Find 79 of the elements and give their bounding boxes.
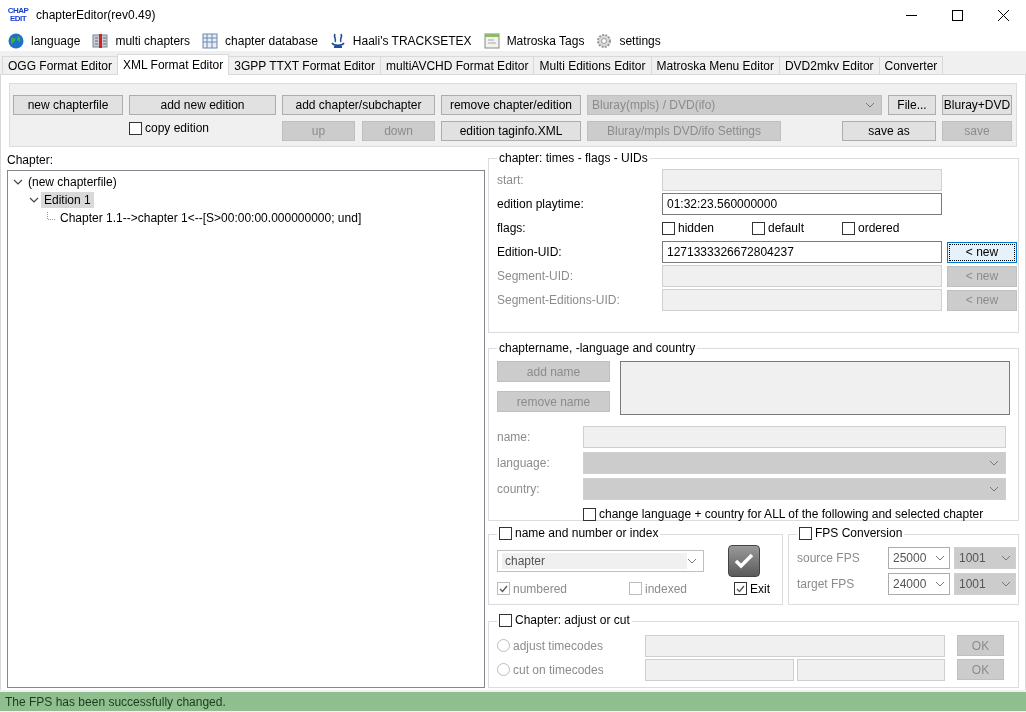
menu-item[interactable]: multi chapters xyxy=(92,32,191,49)
chevron-down-icon xyxy=(935,581,945,587)
apply-all-checkbox[interactable]: change language + country for ALL of the following and selected chapter xyxy=(583,507,984,521)
name-field[interactable] xyxy=(583,426,1006,448)
chevron-down-icon xyxy=(687,557,697,564)
app-logo: CHAP EDIT xyxy=(6,7,30,23)
chevron-down-icon xyxy=(989,460,999,466)
chevron-down-icon xyxy=(865,102,875,108)
tab[interactable]: XML Format Editor xyxy=(117,54,230,75)
option-checkbox[interactable]: Exit xyxy=(734,581,770,596)
group-title: chapter: times - flags - UIDs xyxy=(498,151,649,165)
add-new-edition-button[interactable]: add new edition xyxy=(129,95,276,115)
chevron-down-icon xyxy=(1001,581,1011,587)
menu-item[interactable]: language xyxy=(8,32,81,49)
field-label: name: xyxy=(497,430,532,444)
window-title: chapterEditor(rev0.49) xyxy=(36,8,157,22)
status-bar: The FPS has been successfully changed. xyxy=(0,692,1026,711)
chevron-down-icon xyxy=(989,486,999,492)
name-dropdown[interactable]: chapter xyxy=(497,549,704,572)
menu-item[interactable]: Matroska Tags xyxy=(483,32,585,49)
checkmark-icon xyxy=(736,584,745,593)
uid-field[interactable] xyxy=(662,265,942,287)
timecode-field[interactable] xyxy=(645,634,945,657)
field-label: country: xyxy=(497,482,541,496)
minimize-icon[interactable] xyxy=(905,14,917,16)
field-label: Segment-UID: xyxy=(497,269,575,283)
copy-edition-checkbox[interactable]: copy edition xyxy=(129,121,210,135)
menu-item[interactable]: chapter database xyxy=(202,32,318,49)
fps-label: target FPS xyxy=(797,577,856,591)
checkmark-icon xyxy=(499,584,508,593)
tab[interactable]: OGG Format Editor xyxy=(2,56,119,74)
fps-label: source FPS xyxy=(797,551,861,565)
dropdown[interactable] xyxy=(583,478,1006,500)
file-button[interactable]: File... xyxy=(888,95,936,115)
dropdown[interactable] xyxy=(583,452,1006,474)
swirl-icon xyxy=(329,32,346,49)
field-label: Edition-UID: xyxy=(497,245,563,259)
flag-checkbox[interactable]: default xyxy=(752,221,842,235)
menu-item[interactable]: settings xyxy=(596,32,661,49)
edition-taginfo-button[interactable]: edition taginfo.XML xyxy=(441,121,581,141)
flag-checkbox[interactable]: ordered xyxy=(842,221,932,235)
start-field[interactable] xyxy=(645,658,794,681)
field-label: flags: xyxy=(497,221,527,235)
chevron-down-icon xyxy=(935,555,945,561)
uid-field[interactable] xyxy=(662,289,942,311)
tab[interactable]: Converter xyxy=(878,56,944,74)
menu-item[interactable]: Haali's TRACKSETEX xyxy=(329,32,472,49)
tree-item[interactable]: Edition 1 xyxy=(41,192,94,208)
field-label: language: xyxy=(497,456,551,470)
numbering-checkbox[interactable]: name and number or index xyxy=(499,526,659,540)
field-label: start: xyxy=(497,173,525,187)
text-field[interactable] xyxy=(662,169,942,191)
save-as-button[interactable]: save as xyxy=(842,121,936,141)
uid-field[interactable]: 1271333326672804237 xyxy=(662,241,942,263)
group-title: chaptername, -language and country xyxy=(498,341,697,355)
bluray-dvd-button[interactable]: Bluray+DVD xyxy=(942,95,1012,115)
window-icon xyxy=(483,32,500,49)
table-icon xyxy=(202,32,219,49)
new-chapterfile-button[interactable]: new chapterfile xyxy=(13,95,123,115)
apply-check-button[interactable] xyxy=(728,544,760,577)
names-list[interactable] xyxy=(620,361,1010,415)
chapter-tree[interactable]: (new chapterfile) Edition 1 Chapter 1.1-->chapter 1<--[S>00:00:00.000000000; und] xyxy=(7,170,485,688)
field-label: edition playtime: xyxy=(497,197,585,211)
tree-item[interactable]: Chapter 1.1-->chapter 1<--[S>00:00:00.000000000; und] xyxy=(57,210,365,226)
close-icon[interactable] xyxy=(997,9,1009,21)
end-field[interactable] xyxy=(796,658,945,681)
text-field[interactable]: 01:32:23.560000000 xyxy=(662,193,942,215)
book-icon xyxy=(92,32,109,49)
maximize-icon[interactable] xyxy=(951,9,963,21)
field-label: Segment-Editions-UID: xyxy=(497,293,621,307)
tree-item[interactable]: (new chapterfile) xyxy=(25,174,120,190)
remove-chapter-button[interactable]: remove chapter/edition xyxy=(441,95,581,115)
tree-label: Chapter: xyxy=(7,152,55,168)
chevron-down-icon xyxy=(1001,555,1011,561)
new-uid-button[interactable]: < new xyxy=(947,241,1017,263)
flag-checkbox[interactable]: hidden xyxy=(662,221,752,235)
add-chapter-button[interactable]: add chapter/subchapter xyxy=(282,95,435,115)
checkmark-icon xyxy=(734,552,754,569)
globe-icon xyxy=(8,32,24,49)
